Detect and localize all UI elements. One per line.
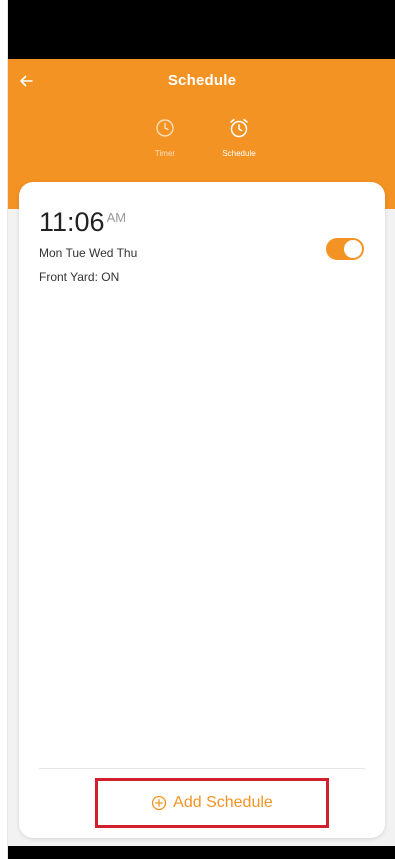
schedule-list-item[interactable]: 11:06 AM Mon Tue Wed Thu Front Yard: ON <box>19 182 385 292</box>
add-schedule-button[interactable]: Add Schedule <box>95 778 329 828</box>
toggle-knob <box>344 240 362 258</box>
clock-icon <box>156 119 174 137</box>
bottom-bar <box>8 846 395 859</box>
plus-circle-icon <box>152 795 167 811</box>
schedule-time: 11:06 <box>39 207 105 237</box>
schedule-time-row: 11:06 AM <box>39 206 126 238</box>
divider <box>39 768 365 769</box>
status-bar <box>8 0 395 59</box>
left-gutter <box>0 0 7 859</box>
app-screen: Schedule Timer Schedule 11:06 AM Mon Tue… <box>7 0 395 859</box>
schedule-card: 11:06 AM Mon Tue Wed Thu Front Yard: ON … <box>19 182 385 838</box>
tab-schedule[interactable]: Schedule <box>209 117 269 158</box>
tab-timer-label: Timer <box>154 149 176 158</box>
schedule-days: Mon Tue Wed Thu <box>39 246 138 260</box>
schedule-period: AM <box>106 210 127 225</box>
add-schedule-label: Add Schedule <box>173 794 273 811</box>
page-title: Schedule <box>167 72 237 89</box>
alarm-clock-icon <box>230 118 248 138</box>
tab-timer[interactable]: Timer <box>135 117 195 158</box>
tab-schedule-label: Schedule <box>222 149 256 158</box>
schedule-enable-toggle[interactable] <box>326 238 364 260</box>
schedule-action: Front Yard: ON <box>39 270 120 284</box>
